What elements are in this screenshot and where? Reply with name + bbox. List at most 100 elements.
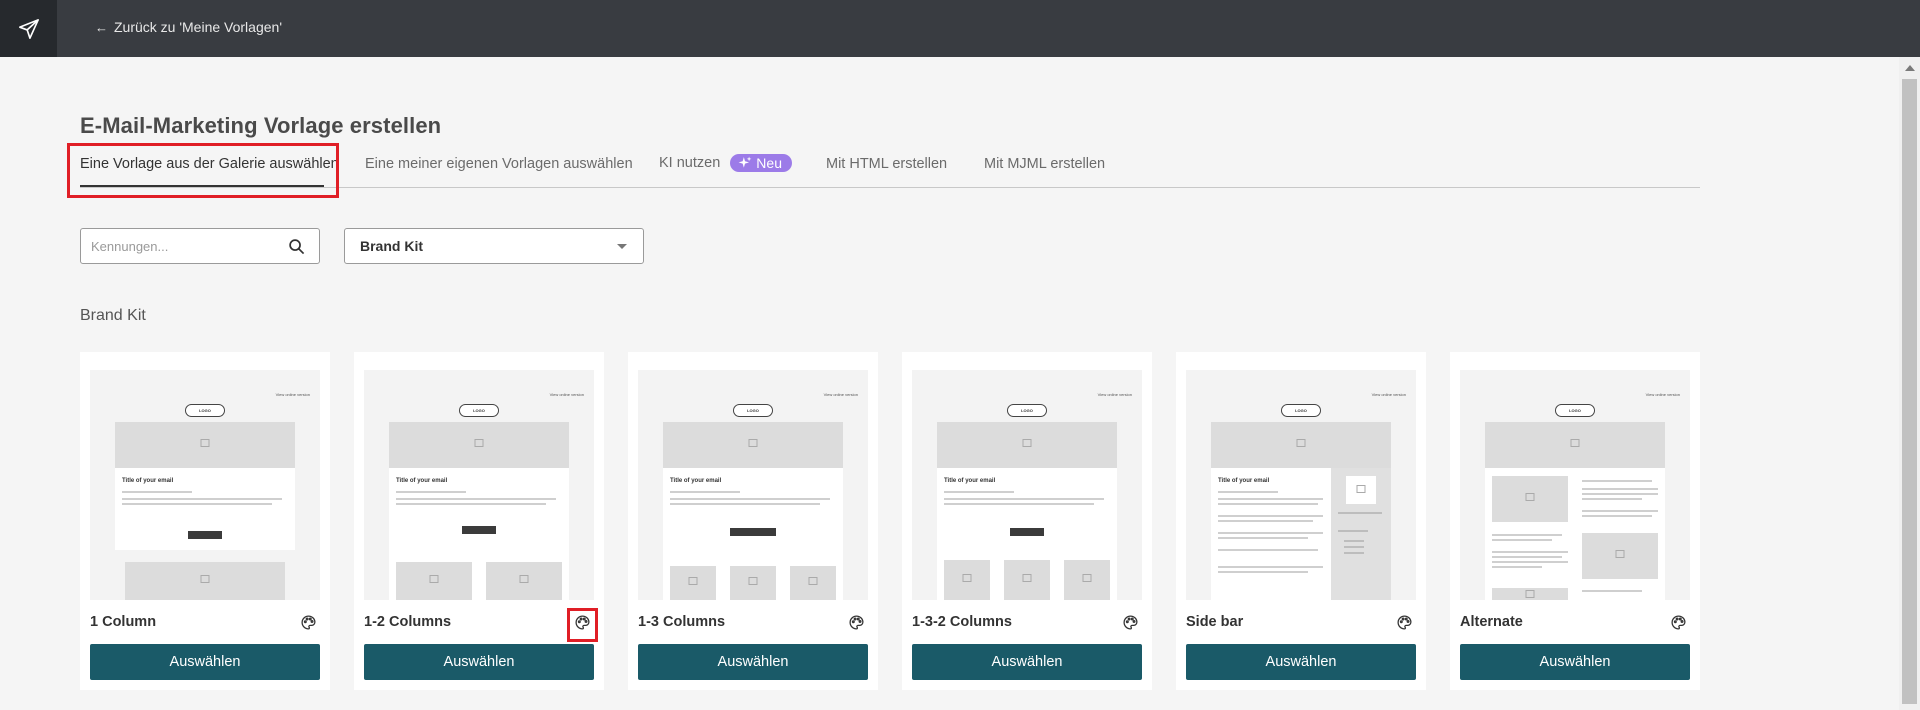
preview-text-line — [670, 503, 820, 505]
sparkle-icon — [738, 156, 752, 168]
back-link[interactable]: ← Zurück zu 'Meine Vorlagen' — [95, 19, 282, 35]
template-preview[interactable]: View online version LOGO Title of your e… — [638, 370, 868, 600]
palette-icon[interactable] — [848, 614, 865, 631]
arrow-left-icon: ← — [95, 19, 108, 35]
preview-image — [1492, 476, 1568, 522]
preview-text-line — [1582, 590, 1642, 592]
card-title: Side bar — [1186, 614, 1244, 630]
card-title: 1-3-2 Columns — [912, 614, 1012, 630]
preview-text-line — [1492, 556, 1562, 558]
preview-image — [1492, 588, 1568, 600]
preview-text-line — [122, 491, 192, 493]
template-preview[interactable]: View online version LOGO Title of your e… — [364, 370, 594, 600]
template-preview[interactable]: View online version LOGO Title of your e… — [90, 370, 320, 600]
preview-text-line — [1218, 537, 1308, 539]
preview-image — [396, 562, 472, 600]
template-card-1-3-2-columns[interactable]: View online version LOGO Title of your e… — [902, 352, 1152, 690]
template-card-1-column[interactable]: View online version LOGO Title of your e… — [80, 352, 330, 690]
tab-highlight-box — [67, 143, 339, 198]
preview-text-line — [670, 498, 830, 500]
preview-hero-image — [663, 422, 843, 468]
template-card-alternate[interactable]: View online version LOGO Alternate Auswä… — [1450, 352, 1700, 690]
preview-text-line — [1218, 515, 1323, 517]
search-icon[interactable] — [288, 238, 305, 255]
preview-image — [730, 566, 776, 600]
preview-hero-image — [389, 422, 569, 468]
preview-view-online: View online version — [1371, 392, 1406, 397]
preview-email-title: Title of your email — [944, 478, 996, 484]
preview-text-line — [944, 503, 1094, 505]
tab-own-templates[interactable]: Eine meiner eigenen Vorlagen auswählen — [365, 156, 633, 172]
preview-text-line — [1492, 561, 1568, 563]
preview-text-line — [1344, 546, 1364, 548]
preview-text-line — [1218, 491, 1278, 493]
preview-hero-image — [937, 422, 1117, 468]
palette-icon[interactable] — [300, 614, 317, 631]
brand-kit-select-value: Brand Kit — [360, 238, 423, 254]
preview-text-line — [1218, 503, 1318, 505]
preview-text-line — [396, 503, 546, 505]
palette-highlight-box — [567, 608, 598, 642]
preview-text-line — [1218, 571, 1308, 573]
preview-text-line — [1218, 520, 1313, 522]
select-button[interactable]: Auswählen — [90, 644, 320, 680]
preview-hero-image — [1485, 422, 1665, 468]
preview-text-line — [1218, 532, 1323, 534]
palette-icon[interactable] — [1122, 614, 1139, 631]
preview-text-line — [1582, 493, 1658, 495]
template-card-1-3-columns[interactable]: View online version LOGO Title of your e… — [628, 352, 878, 690]
tab-ai-label: KI nutzen — [659, 154, 721, 171]
preview-text-line — [1218, 566, 1323, 568]
preview-email-title: Title of your email — [670, 478, 722, 484]
palette-icon[interactable] — [1396, 614, 1413, 631]
tab-mjml[interactable]: Mit MJML erstellen — [984, 156, 1105, 172]
preview-text-line — [1582, 510, 1658, 512]
template-preview[interactable]: View online version LOGO — [1460, 370, 1690, 600]
brand-kit-select[interactable]: Brand Kit — [344, 228, 644, 264]
preview-text-line — [1582, 488, 1658, 490]
preview-text-line — [1582, 480, 1652, 482]
preview-text-line — [396, 498, 556, 500]
tab-mjml-label: Mit MJML erstellen — [984, 156, 1106, 172]
brand-button[interactable] — [0, 0, 57, 57]
preview-hero-image — [1211, 422, 1391, 468]
preview-email-title: Title of your email — [396, 478, 448, 484]
tab-ai[interactable]: KI nutzen Neu — [659, 154, 792, 172]
preview-button — [462, 526, 496, 534]
select-button[interactable]: Auswählen — [638, 644, 868, 680]
preview-logo: LOGO — [459, 404, 499, 417]
search-input[interactable] — [81, 229, 271, 263]
select-button[interactable]: Auswählen — [364, 644, 594, 680]
preview-text-line — [1492, 551, 1568, 553]
palette-icon[interactable] — [1670, 614, 1687, 631]
select-button[interactable]: Auswählen — [912, 644, 1142, 680]
preview-text-line — [1492, 539, 1552, 541]
paper-plane-icon — [18, 18, 39, 39]
preview-text-line — [944, 498, 1104, 500]
preview-view-online: View online version — [1645, 392, 1680, 397]
preview-logo: LOGO — [185, 404, 225, 417]
scroll-thumb[interactable] — [1902, 79, 1917, 704]
tab-html[interactable]: Mit HTML erstellen — [826, 156, 947, 172]
top-bar: ← Zurück zu 'Meine Vorlagen' — [0, 0, 1920, 57]
preview-text-line — [670, 491, 740, 493]
preview-text-line — [1344, 540, 1364, 542]
preview-text-line — [1582, 515, 1652, 517]
preview-text-line — [1218, 498, 1323, 500]
preview-sidebar-image — [1346, 476, 1376, 504]
page-title: E-Mail-Marketing Vorlage erstellen — [80, 113, 442, 138]
preview-image — [486, 562, 562, 600]
vertical-scrollbar[interactable] — [1899, 57, 1920, 710]
preview-text-line — [1582, 498, 1642, 500]
template-preview[interactable]: View online version LOGO Title of your e… — [912, 370, 1142, 600]
preview-image — [1004, 560, 1050, 600]
card-title: 1-2 Columns — [364, 614, 452, 630]
back-link-label: Zurück zu 'Meine Vorlagen' — [114, 19, 282, 35]
template-preview[interactable]: View online version LOGO Title of your e… — [1186, 370, 1416, 600]
select-button[interactable]: Auswählen — [1460, 644, 1690, 680]
preview-email-title: Title of your email — [1218, 478, 1270, 484]
preview-view-online: View online version — [1097, 392, 1132, 397]
template-card-side-bar[interactable]: View online version LOGO Title of your e… — [1176, 352, 1426, 690]
select-button[interactable]: Auswählen — [1186, 644, 1416, 680]
scroll-up-icon[interactable] — [1905, 65, 1915, 71]
